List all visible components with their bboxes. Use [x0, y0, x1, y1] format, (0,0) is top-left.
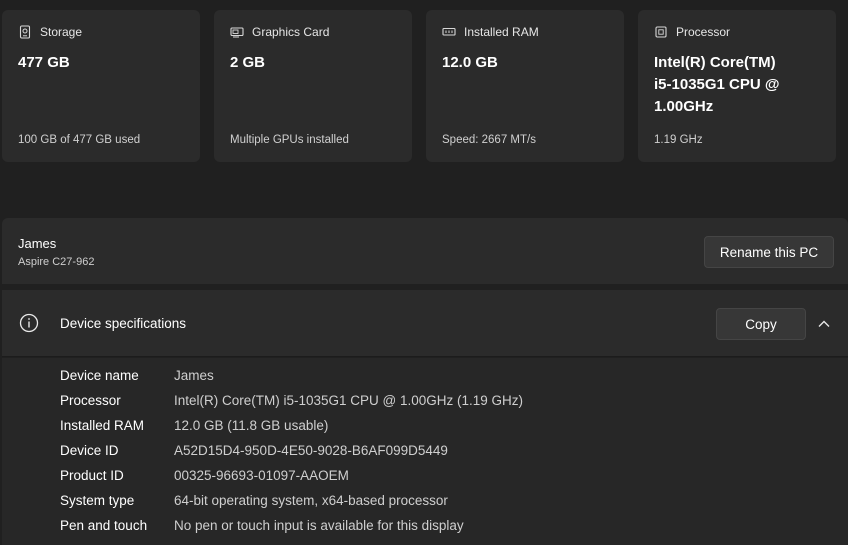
pc-model: Aspire C27-962	[18, 256, 95, 268]
spec-value: James	[174, 368, 214, 383]
pc-name: James	[18, 236, 57, 251]
spec-key: Device ID	[60, 443, 119, 458]
processor-card-label: Processor	[676, 25, 731, 39]
storage-card-header: Storage	[18, 24, 184, 40]
spec-value: 00325-96693-01097-AAOEM	[174, 468, 349, 483]
spec-value: Intel(R) Core(TM) i5-1035G1 CPU @ 1.00GH…	[174, 393, 524, 408]
spec-value: 64-bit operating system, x64-based proce…	[174, 493, 448, 508]
processor-card: Processor Intel(R) Core(TM) i5-1035G1 CP…	[638, 10, 836, 162]
spec-row-pen-and-touch: Pen and touch No pen or touch input is a…	[60, 518, 464, 538]
device-specifications-header[interactable]: Device specifications Copy	[2, 290, 848, 357]
copy-button[interactable]: Copy	[716, 308, 806, 340]
storage-card-label: Storage	[40, 25, 83, 39]
ram-card-sub: Speed: 2667 MT/s	[442, 134, 536, 146]
graphics-card-header: Graphics Card	[230, 24, 396, 40]
info-icon	[19, 313, 39, 333]
ram-card-label: Installed RAM	[464, 25, 539, 39]
graphics-card-icon	[230, 27, 244, 38]
processor-card-sub: 1.19 GHz	[654, 134, 703, 146]
spec-key: Device name	[60, 368, 139, 383]
storage-card-value: 477 GB	[18, 54, 70, 71]
spec-value: 12.0 GB (11.8 GB usable)	[174, 418, 329, 433]
ram-icon	[442, 27, 456, 36]
device-specifications-title: Device specifications	[60, 316, 187, 331]
spec-row-processor: Processor Intel(R) Core(TM) i5-1035G1 CP…	[60, 393, 523, 413]
spec-key: Processor	[60, 393, 121, 408]
ram-card-value: 12.0 GB	[442, 54, 498, 71]
processor-card-header: Processor	[654, 24, 820, 40]
chevron-up-icon[interactable]	[816, 316, 832, 332]
pc-name-bar: James Aspire C27-962 Rename this PC	[2, 218, 848, 284]
ram-card-header: Installed RAM	[442, 24, 608, 40]
spec-key: System type	[60, 493, 135, 508]
spec-key: Product ID	[60, 468, 124, 483]
storage-card: Storage 477 GB 100 GB of 477 GB used	[2, 10, 200, 162]
processor-value-line: i5-1035G1 CPU @	[654, 76, 780, 93]
spec-value: A52D15D4-950D-4E50-9028-B6AF099D5449	[174, 443, 448, 458]
spec-row-product-id: Product ID 00325-96693-01097-AAOEM	[60, 468, 349, 488]
spec-key: Pen and touch	[60, 518, 148, 533]
storage-card-sub: 100 GB of 477 GB used	[18, 134, 141, 146]
spec-row-system-type: System type 64-bit operating system, x64…	[60, 493, 448, 513]
device-specifications-list: Device name James Processor Intel(R) Cor…	[2, 358, 848, 545]
spec-value: No pen or touch input is available for t…	[174, 518, 464, 533]
processor-card-value: Intel(R) Core(TM) i5-1035G1 CPU @ 1.00GH…	[654, 52, 820, 118]
processor-value-line: Intel(R) Core(TM)	[654, 54, 776, 71]
spec-row-device-id: Device ID A52D15D4-950D-4E50-9028-B6AF09…	[60, 443, 448, 463]
spec-row-device-name: Device name James	[60, 368, 214, 388]
graphics-card-value: 2 GB	[230, 54, 266, 71]
rename-pc-button[interactable]: Rename this PC	[704, 236, 834, 268]
graphics-card-label: Graphics Card	[252, 25, 330, 39]
spec-key: Installed RAM	[60, 418, 145, 433]
graphics-card-sub: Multiple GPUs installed	[230, 134, 349, 146]
ram-card: Installed RAM 12.0 GB Speed: 2667 MT/s	[426, 10, 624, 162]
processor-icon	[655, 26, 667, 38]
hardware-summary-cards: Storage 477 GB 100 GB of 477 GB used Gra…	[2, 10, 848, 162]
processor-value-line: 1.00GHz	[654, 98, 714, 115]
spec-row-installed-ram: Installed RAM 12.0 GB (11.8 GB usable)	[60, 418, 328, 438]
graphics-card-card: Graphics Card 2 GB Multiple GPUs install…	[214, 10, 412, 162]
storage-icon	[19, 25, 31, 39]
